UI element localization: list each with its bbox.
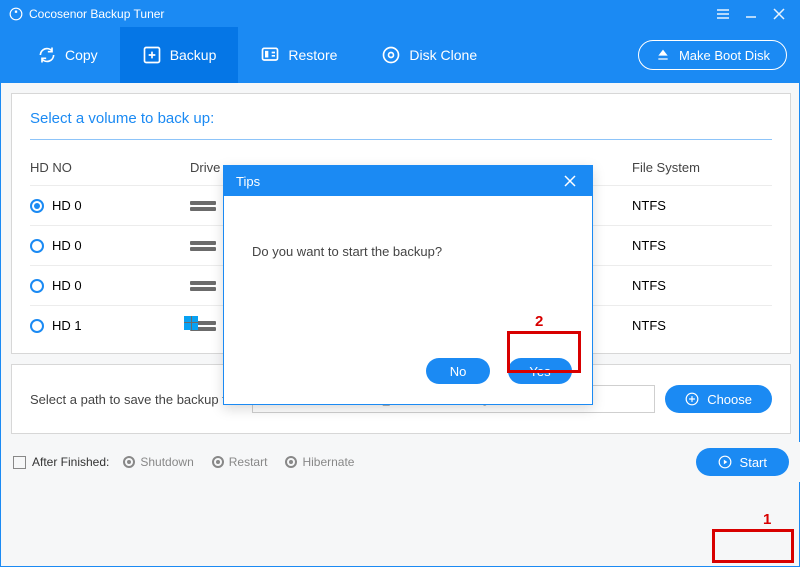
menu-button[interactable] <box>709 1 737 27</box>
row-fs: NTFS <box>632 185 772 225</box>
path-label: Select a path to save the backup file: <box>30 392 242 407</box>
divider <box>30 139 772 140</box>
confirm-dialog: Tips Do you want to start the backup? No… <box>223 165 593 405</box>
disk-clone-icon <box>381 45 401 65</box>
radio-icon <box>30 199 44 213</box>
window-title: Cocosenor Backup Tuner <box>29 7 164 21</box>
refresh-icon <box>37 45 57 65</box>
toolbar-backup[interactable]: Backup <box>120 27 239 83</box>
toolbar-copy[interactable]: Copy <box>15 27 120 83</box>
dialog-yes-button[interactable]: Yes <box>508 358 572 384</box>
opt-label: Restart <box>229 455 268 469</box>
radio-icon <box>30 279 44 293</box>
hd-label: HD 1 <box>52 318 82 333</box>
after-finished-checkbox[interactable]: After Finished: <box>13 455 109 469</box>
col-filesystem: File System <box>632 154 772 185</box>
make-boot-disk-button[interactable]: Make Boot Disk <box>638 40 787 70</box>
col-hdno: HD NO <box>30 154 190 185</box>
drive-windows-icon <box>190 316 216 336</box>
row-hdno[interactable]: HD 0 <box>30 225 190 265</box>
start-label: Start <box>740 455 767 470</box>
plus-box-icon <box>142 45 162 65</box>
hd-label: HD 0 <box>52 278 82 293</box>
toolbar-label: Copy <box>65 47 98 63</box>
volume-panel-title: Select a volume to back up: <box>30 110 772 127</box>
row-hdno[interactable]: HD 1 <box>30 305 190 345</box>
annotation-num-1: 1 <box>763 511 771 528</box>
minimize-icon <box>744 7 758 21</box>
radio-icon <box>285 456 297 468</box>
bottom-bar: After Finished: Shutdown Restart Hiberna… <box>1 442 800 482</box>
after-finished-label: After Finished: <box>32 455 109 469</box>
main-toolbar: Copy Backup Restore Disk Clone Make Boot… <box>1 27 800 83</box>
checkbox-icon <box>13 456 26 469</box>
dialog-message: Do you want to start the backup? <box>224 196 592 358</box>
radio-icon <box>30 319 44 333</box>
hd-label: HD 0 <box>52 238 82 253</box>
toolbar-label: Backup <box>170 47 217 63</box>
toolbar-label: Restore <box>288 47 337 63</box>
radio-icon <box>123 456 135 468</box>
radio-icon <box>212 456 224 468</box>
dialog-no-button[interactable]: No <box>426 358 490 384</box>
dialog-title: Tips <box>236 174 260 189</box>
drive-icon <box>190 196 216 216</box>
drive-icon <box>190 276 216 296</box>
toolbar-restore[interactable]: Restore <box>238 27 359 83</box>
close-button[interactable] <box>765 1 793 27</box>
toolbar-label: Disk Clone <box>409 47 477 63</box>
restore-icon <box>260 45 280 65</box>
dialog-close-button[interactable] <box>560 171 580 191</box>
minimize-button[interactable] <box>737 1 765 27</box>
close-icon <box>563 174 577 188</box>
opt-shutdown[interactable]: Shutdown <box>123 455 193 469</box>
opt-label: Hibernate <box>302 455 354 469</box>
titlebar: Cocosenor Backup Tuner <box>1 1 800 27</box>
opt-hibernate[interactable]: Hibernate <box>285 455 354 469</box>
row-hdno[interactable]: HD 0 <box>30 265 190 305</box>
annotation-box-1 <box>712 529 794 563</box>
play-circle-icon <box>718 455 732 469</box>
eject-icon <box>655 47 671 63</box>
row-fs: NTFS <box>632 225 772 265</box>
toolbar-disk-clone[interactable]: Disk Clone <box>359 27 499 83</box>
make-boot-label: Make Boot Disk <box>679 48 770 63</box>
radio-icon <box>30 239 44 253</box>
row-fs: NTFS <box>632 265 772 305</box>
start-button[interactable]: Start <box>696 448 789 476</box>
dialog-buttons: No Yes <box>224 358 592 404</box>
opt-restart[interactable]: Restart <box>212 455 268 469</box>
close-icon <box>773 8 785 20</box>
app-logo-icon <box>9 7 23 21</box>
hd-label: HD 0 <box>52 198 82 213</box>
dialog-titlebar: Tips <box>224 166 592 196</box>
choose-label: Choose <box>707 392 752 407</box>
drive-icon <box>190 236 216 256</box>
menu-icon <box>716 7 730 21</box>
plus-circle-icon <box>685 392 699 406</box>
row-hdno[interactable]: HD 0 <box>30 185 190 225</box>
choose-button[interactable]: Choose <box>665 385 772 413</box>
row-fs: NTFS <box>632 305 772 345</box>
opt-label: Shutdown <box>140 455 193 469</box>
